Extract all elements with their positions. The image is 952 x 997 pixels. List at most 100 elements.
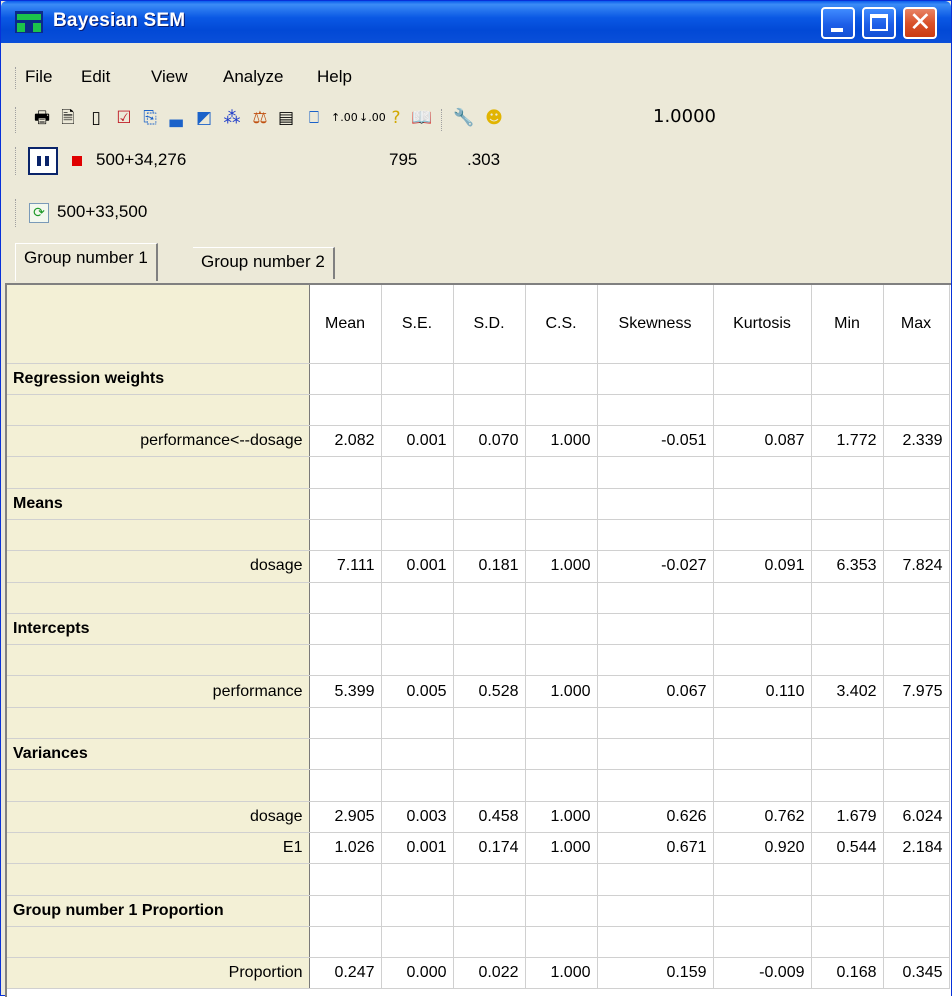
table-cell[interactable] [597, 582, 714, 614]
table-cell[interactable]: 0.626 [597, 801, 714, 833]
table-cell[interactable] [381, 738, 454, 771]
table-cell[interactable] [713, 863, 812, 896]
table-cell[interactable] [597, 738, 714, 771]
table-cell[interactable] [309, 613, 382, 646]
table-cell[interactable]: 7.975 [883, 675, 950, 708]
table-cell[interactable] [883, 519, 950, 552]
maximize-button[interactable] [862, 7, 896, 39]
table-cell[interactable]: 6.024 [883, 801, 950, 833]
table-cell[interactable] [713, 895, 812, 927]
table-cell[interactable]: 0.181 [453, 550, 526, 583]
menu-view[interactable]: View [151, 67, 188, 87]
bar-chart-icon[interactable]: ▃ [165, 107, 187, 129]
table-cell[interactable] [525, 582, 598, 614]
table-cell[interactable]: -0.009 [713, 957, 812, 990]
table-cell[interactable]: 2.339 [883, 425, 950, 458]
stop-icon[interactable] [72, 156, 82, 166]
table-cell[interactable] [309, 769, 382, 802]
table-cell[interactable] [597, 613, 714, 646]
table-cell[interactable] [525, 863, 598, 896]
table-cell[interactable]: 0.001 [381, 550, 454, 583]
table-cell[interactable] [525, 363, 598, 395]
table-cell[interactable] [309, 488, 382, 520]
table-cell[interactable] [453, 582, 526, 614]
table-cell[interactable] [883, 895, 950, 927]
table-cell[interactable]: 7.824 [883, 550, 950, 583]
table-cell[interactable]: 1.000 [525, 832, 598, 865]
table-cell[interactable] [453, 926, 526, 959]
table-cell[interactable] [597, 488, 714, 520]
table-cell[interactable] [811, 394, 884, 427]
table-cell[interactable] [453, 519, 526, 552]
table-cell[interactable] [381, 488, 454, 520]
table-cell[interactable] [525, 613, 598, 646]
table-cell[interactable]: 1.000 [525, 550, 598, 583]
table-cell[interactable] [525, 707, 598, 740]
table-cell[interactable] [381, 644, 454, 677]
table-cell[interactable] [811, 738, 884, 771]
table-cell[interactable] [381, 769, 454, 802]
column-header[interactable]: C.S. [525, 285, 598, 364]
table-cell[interactable] [597, 363, 714, 395]
table-cell[interactable] [381, 363, 454, 395]
table-cell[interactable] [381, 707, 454, 740]
table-cell[interactable]: 0.091 [713, 550, 812, 583]
table-icon[interactable]: ▤ [275, 107, 297, 129]
table-cell[interactable] [453, 863, 526, 896]
table-cell[interactable]: 0.159 [597, 957, 714, 990]
table-cell[interactable] [525, 519, 598, 552]
table-cell[interactable]: 6.353 [811, 550, 884, 583]
table-cell[interactable] [525, 769, 598, 802]
increase-decimals-icon[interactable]: ↑.00 [331, 107, 358, 129]
table-cell[interactable]: 0.022 [453, 957, 526, 990]
table-cell[interactable]: 0.087 [713, 425, 812, 458]
table-cell[interactable] [597, 769, 714, 802]
table-cell[interactable] [883, 456, 950, 489]
table-cell[interactable] [453, 769, 526, 802]
column-header[interactable]: Max [883, 285, 950, 364]
table-cell[interactable]: 1.000 [525, 425, 598, 458]
table-cell[interactable] [381, 895, 454, 927]
decrease-decimals-icon[interactable]: ↓.00 [359, 107, 386, 129]
table-cell[interactable]: 0.067 [597, 675, 714, 708]
table-cell[interactable] [883, 738, 950, 771]
table-cell[interactable] [597, 644, 714, 677]
table-cell[interactable] [525, 394, 598, 427]
minimize-button[interactable] [821, 7, 855, 39]
table-cell[interactable] [811, 456, 884, 489]
balance-scale-icon[interactable]: ⚖ [249, 107, 271, 129]
wrench-icon[interactable]: 🔧 [453, 107, 475, 129]
table-cell[interactable]: 0.671 [597, 832, 714, 865]
table-cell[interactable] [811, 926, 884, 959]
table-cell[interactable] [883, 644, 950, 677]
table-cell[interactable] [883, 394, 950, 427]
table-cell[interactable] [309, 582, 382, 614]
table-cell[interactable]: 0.001 [381, 832, 454, 865]
table-cell[interactable] [883, 707, 950, 740]
table-cell[interactable]: 1.000 [525, 957, 598, 990]
menu-help[interactable]: Help [317, 67, 352, 87]
tree-icon[interactable]: ⁂ [221, 107, 243, 129]
table-cell[interactable] [453, 644, 526, 677]
refresh-icon[interactable]: ⟳ [29, 203, 49, 223]
table-cell[interactable]: 0.003 [381, 801, 454, 833]
table-cell[interactable] [453, 707, 526, 740]
table-cell[interactable] [713, 488, 812, 520]
table-cell[interactable] [309, 738, 382, 771]
table-cell[interactable]: -0.027 [597, 550, 714, 583]
table-cell[interactable] [309, 707, 382, 740]
table-cell[interactable] [309, 863, 382, 896]
table-cell[interactable]: 3.402 [811, 675, 884, 708]
status-grip[interactable] [15, 147, 17, 175]
table-cell[interactable]: 0.345 [883, 957, 950, 990]
close-button[interactable]: ✕ [903, 7, 937, 39]
column-header[interactable]: S.E. [381, 285, 454, 364]
column-header[interactable]: S.D. [453, 285, 526, 364]
table-cell[interactable] [597, 707, 714, 740]
table-cell[interactable] [811, 488, 884, 520]
table-cell[interactable] [597, 394, 714, 427]
table-cell[interactable] [597, 895, 714, 927]
table-cell[interactable] [309, 644, 382, 677]
table-cell[interactable] [309, 456, 382, 489]
results-grid[interactable]: Mean S.E. S.D. C.S. Skewness Kurtosis Min Max Re… [5, 283, 951, 997]
